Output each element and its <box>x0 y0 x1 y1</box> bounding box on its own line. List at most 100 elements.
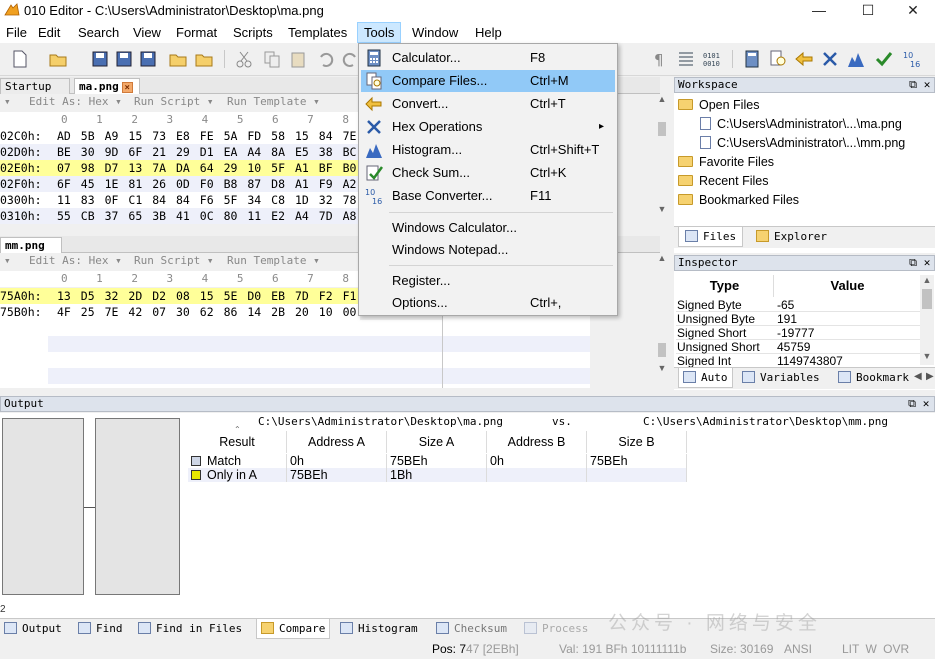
hex-byte[interactable]: 11 <box>247 208 271 224</box>
menu-help[interactable]: Help <box>469 22 508 43</box>
hex-byte[interactable]: 5A <box>224 128 248 144</box>
hex-byte[interactable]: 5E <box>224 288 248 304</box>
hex-byte[interactable]: 14 <box>247 304 271 320</box>
scroll-thumb[interactable] <box>658 343 666 357</box>
hex-byte[interactable]: 87 <box>247 176 271 192</box>
compare-cell-addr-b[interactable] <box>487 468 587 482</box>
hex-byte[interactable]: 37 <box>105 208 129 224</box>
compare-cell-size-b[interactable] <box>587 468 687 482</box>
hex-byte[interactable]: 38 <box>319 144 343 160</box>
hex-byte[interactable]: 32 <box>319 192 343 208</box>
calculator-tb-icon[interactable] <box>742 49 762 69</box>
hex-row[interactable]: 75A0h: 13 D5 32 2D D2 08 15 5E D0 EB 7D F2 F1 <box>0 288 360 304</box>
hex-byte[interactable]: 65 <box>128 208 152 224</box>
hex-byte[interactable]: 20 <box>295 304 319 320</box>
compare-cell-addr-a[interactable]: 0h <box>287 454 387 468</box>
tab-scroll-left-icon[interactable]: ◀ <box>914 371 922 382</box>
hex-byte[interactable]: 42 <box>128 304 152 320</box>
histogram-tb-icon[interactable] <box>846 49 866 69</box>
hex-byte[interactable]: 7D <box>295 288 319 304</box>
hex-byte[interactable]: 11 <box>57 192 81 208</box>
base-converter-tb-icon[interactable]: 1016 <box>902 49 922 69</box>
menuitem-options[interactable]: Options... Ctrl+, <box>361 292 615 314</box>
tab-ma-png[interactable]: ma.png × <box>74 78 140 94</box>
hex-byte[interactable]: F9 <box>319 176 343 192</box>
hex-byte[interactable]: E2 <box>271 208 295 224</box>
hex-byte[interactable]: 5F <box>271 160 295 176</box>
hex-byte[interactable]: EB <box>271 288 295 304</box>
hex-byte[interactable]: 30 <box>176 304 200 320</box>
col-size-b[interactable]: Size B <box>587 431 687 453</box>
new-file-icon[interactable] <box>10 49 30 69</box>
hex-byte[interactable]: 15 <box>200 288 224 304</box>
inspector-col-type[interactable]: Type <box>676 275 774 297</box>
hex-byte[interactable]: 13 <box>57 288 81 304</box>
hex-byte[interactable]: 9D <box>105 144 129 160</box>
menuitem-compare-files[interactable]: Compare Files... Ctrl+M <box>361 70 615 92</box>
hex-byte[interactable]: A4 <box>295 208 319 224</box>
hex-byte[interactable]: 21 <box>152 144 176 160</box>
hex-row[interactable]: 02E0h: 07 98 D7 13 7A DA 64 29 10 5F A1 BF B0 <box>0 160 360 176</box>
hex-byte[interactable]: 34 <box>247 192 271 208</box>
close-button[interactable]: ✕ <box>890 0 935 22</box>
convert-tb-icon[interactable] <box>794 49 814 69</box>
find-icon[interactable] <box>768 49 788 69</box>
copy-icon[interactable] <box>262 49 282 69</box>
run-script-dropdown[interactable]: Run Script ▾ <box>134 253 213 269</box>
hex-byte[interactable]: 7A <box>152 160 176 176</box>
tab-checksum[interactable]: Checksum <box>436 619 507 639</box>
tab-auto[interactable]: Auto <box>678 368 733 388</box>
hex-byte[interactable]: FD <box>247 128 271 144</box>
hex-byte[interactable]: B8 <box>224 176 248 192</box>
hex-byte[interactable]: 5F <box>224 192 248 208</box>
hex-byte[interactable]: 07 <box>57 160 81 176</box>
compare-cell-size-a[interactable]: 1Bh <box>387 468 487 482</box>
scroll-down-icon[interactable]: ▼ <box>920 351 934 361</box>
hex-byte[interactable]: D7 <box>105 160 129 176</box>
float-panel-icon[interactable]: ⧉ <box>906 397 918 411</box>
scroll-thumb[interactable] <box>922 289 932 309</box>
hex-byte[interactable]: FE <box>200 128 224 144</box>
status-flags[interactable]: LIT W OVR <box>842 639 909 659</box>
tab-scroll-right-icon[interactable]: ▶ <box>926 371 934 382</box>
hex-row[interactable]: 02C0h: AD 5B A9 15 73 E8 FE 5A FD 58 15 84 7E <box>0 128 360 144</box>
tab-startup[interactable]: Startup× <box>0 78 70 108</box>
compare-cell-addr-b[interactable]: 0h <box>487 454 587 468</box>
hex-byte[interactable]: 10 <box>247 160 271 176</box>
minimize-button[interactable]: — <box>796 0 842 22</box>
inspector-row[interactable]: Signed Int 1149743807 <box>676 354 920 368</box>
hex-byte[interactable]: 64 <box>200 160 224 176</box>
save-icon[interactable] <box>90 49 110 69</box>
inspector-col-value[interactable]: Value <box>775 275 920 297</box>
hex-ops-tb-icon[interactable] <box>820 49 840 69</box>
hex-row[interactable]: 0310h: 55 CB 37 65 3B 41 0C 80 11 E2 A4 7D A8 <box>0 208 360 224</box>
hex-row[interactable]: 75B0h: 4F 25 7E 42 07 30 62 86 14 2B 20 10 00 <box>0 304 360 320</box>
scroll-up-icon[interactable]: ▲ <box>656 94 668 106</box>
hex-byte[interactable]: 6F <box>57 176 81 192</box>
hex-byte[interactable]: 5B <box>81 128 105 144</box>
hex-byte[interactable]: 80 <box>224 208 248 224</box>
hex-byte[interactable]: D1 <box>200 144 224 160</box>
hex-byte[interactable]: 07 <box>152 304 176 320</box>
hex-byte[interactable]: A4 <box>247 144 271 160</box>
columns-icon[interactable] <box>676 49 696 69</box>
hex-byte[interactable]: D8 <box>271 176 295 192</box>
col-result[interactable]: Result <box>188 431 287 453</box>
compare-cell-result[interactable]: Only in A <box>188 468 287 482</box>
hex-byte[interactable]: 0D <box>176 176 200 192</box>
status-encoding[interactable]: ANSI <box>784 639 812 659</box>
hex-byte[interactable]: 83 <box>81 192 105 208</box>
hex-byte[interactable]: 7E <box>105 304 129 320</box>
pilcrow-icon[interactable]: ¶ <box>650 49 670 69</box>
hex-byte[interactable]: 98 <box>81 160 105 176</box>
hex-bytes[interactable]: 07 98 D7 13 7A DA 64 29 10 5F A1 BF B0 <box>57 160 366 176</box>
menuitem-check-sum[interactable]: Check Sum... Ctrl+K <box>361 162 615 184</box>
hex-byte[interactable]: 7D <box>319 208 343 224</box>
hex-byte[interactable]: 1D <box>295 192 319 208</box>
hex-byte[interactable]: 8A <box>271 144 295 160</box>
menuitem-calculator[interactable]: Calculator... F8 <box>361 47 615 69</box>
scroll-down-icon[interactable]: ▼ <box>656 204 668 216</box>
hex-byte[interactable]: 08 <box>176 288 200 304</box>
menu-window[interactable]: Window <box>406 22 464 43</box>
tab-output[interactable]: Output <box>4 619 62 639</box>
